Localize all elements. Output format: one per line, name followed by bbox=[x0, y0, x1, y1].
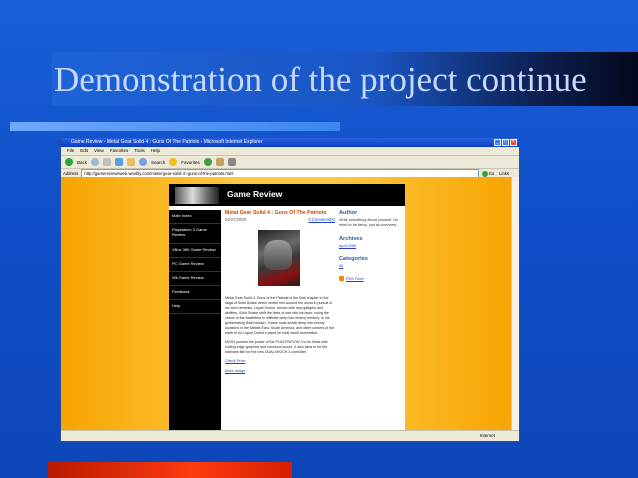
nav-pc-review[interactable]: PC Game Review bbox=[169, 258, 221, 272]
menu-file[interactable]: File bbox=[67, 147, 74, 155]
status-bar: Internet bbox=[61, 430, 519, 441]
site-nav: Main Index Playstation 3 Game Review XBo… bbox=[169, 210, 221, 431]
console-logo-image bbox=[175, 187, 219, 204]
maximize-button[interactable]: □ bbox=[502, 139, 509, 146]
more-image-link[interactable]: More Image bbox=[225, 369, 335, 374]
browser-titlebar: Game Review - Metal Gear Solid 4 : Guns … bbox=[61, 138, 519, 147]
author-heading: Author bbox=[339, 210, 358, 216]
close-button[interactable]: × bbox=[510, 139, 517, 146]
check-price-link[interactable]: Check Price bbox=[225, 359, 335, 364]
rss-icon bbox=[339, 276, 344, 281]
menu-help[interactable]: Help bbox=[151, 147, 160, 155]
nav-wii-review[interactable]: Wii Game Review bbox=[169, 272, 221, 286]
menu-view[interactable]: View bbox=[94, 147, 104, 155]
game-cover-image bbox=[258, 230, 300, 286]
history-icon[interactable] bbox=[203, 158, 212, 166]
post-date: 04/27/2009 bbox=[225, 217, 246, 222]
search-button[interactable]: Search bbox=[151, 160, 165, 165]
menu-favorites[interactable]: Favorites bbox=[110, 147, 129, 155]
post-meta: 04/27/2009 0 Comment(s) bbox=[225, 217, 335, 222]
categories-heading: Categories bbox=[339, 256, 368, 262]
comments-link[interactable]: 0 Comment(s) bbox=[308, 217, 335, 222]
menu-bar: File Edit View Favorites Tools Help bbox=[61, 147, 519, 156]
back-button[interactable]: Back bbox=[77, 160, 87, 165]
archives-heading: Archives bbox=[339, 236, 363, 242]
go-label: Go bbox=[488, 171, 495, 176]
vertical-scrollbar[interactable] bbox=[511, 177, 519, 431]
links-label[interactable]: Links bbox=[499, 171, 519, 176]
nav-ps3-review[interactable]: Playstation 3 Game Review bbox=[169, 224, 221, 244]
refresh-icon[interactable] bbox=[115, 158, 124, 166]
web-page: Game Review Main Index Playstation 3 Gam… bbox=[169, 184, 405, 431]
window-title: Game Review - Metal Gear Solid 4 : Guns … bbox=[71, 139, 263, 145]
post-paragraph: Metal Gear Solid 4: Guns of the Patriots… bbox=[225, 296, 335, 335]
menu-tools[interactable]: Tools bbox=[134, 147, 145, 155]
home-icon[interactable] bbox=[127, 158, 136, 166]
slide-title: Demonstration of the project continue bbox=[54, 60, 587, 99]
address-label: Address bbox=[63, 171, 79, 176]
site-header: Game Review bbox=[169, 184, 405, 206]
site-sidebar: Author Write something about yourself. N… bbox=[339, 210, 401, 281]
archive-link[interactable]: April 2009 bbox=[339, 244, 401, 248]
bottom-accent-bar bbox=[48, 462, 292, 478]
window-controls: _ □ × bbox=[494, 139, 517, 146]
nav-xbox360-review[interactable]: XBox 360 Game Review bbox=[169, 244, 221, 258]
rss-feed-link[interactable]: RSS Feed bbox=[339, 276, 401, 281]
nav-feedback[interactable]: Feedback bbox=[169, 286, 221, 300]
category-link[interactable]: All bbox=[339, 264, 401, 268]
stop-icon[interactable] bbox=[103, 158, 112, 166]
post-paragraph: MGS4 pushes the power of the PLAYSTATION… bbox=[225, 340, 328, 354]
go-button[interactable]: Go bbox=[481, 170, 497, 177]
author-text: Write something about yourself. No need … bbox=[339, 218, 399, 227]
minimize-button[interactable]: _ bbox=[494, 139, 501, 146]
security-zone-label: Internet bbox=[479, 433, 495, 438]
favorites-star-icon[interactable] bbox=[169, 158, 178, 166]
go-arrow-icon bbox=[481, 170, 488, 177]
nav-help[interactable]: Help bbox=[169, 300, 221, 314]
search-icon[interactable] bbox=[139, 158, 148, 166]
title-underline bbox=[10, 122, 340, 131]
menu-edit[interactable]: Edit bbox=[80, 147, 88, 155]
favorites-button[interactable]: Favorites bbox=[181, 160, 200, 165]
print-icon[interactable] bbox=[227, 158, 236, 166]
post-body: Metal Gear Solid 4: Guns of the Patriots… bbox=[225, 296, 335, 374]
rss-label: RSS Feed bbox=[346, 276, 364, 281]
forward-arrow-icon[interactable] bbox=[91, 158, 100, 166]
blog-post: Metal Gear Solid 4 : Guns Of The Patriot… bbox=[225, 210, 335, 379]
browser-window: Game Review - Metal Gear Solid 4 : Guns … bbox=[60, 137, 520, 442]
mail-icon[interactable] bbox=[215, 158, 224, 166]
nav-main-index[interactable]: Main Index bbox=[169, 210, 221, 224]
page-viewport: Game Review Main Index Playstation 3 Gam… bbox=[61, 177, 513, 431]
site-title: Game Review bbox=[227, 189, 283, 199]
browser-toolbar: Back Search Favorites bbox=[61, 156, 519, 169]
post-title[interactable]: Metal Gear Solid 4 : Guns Of The Patriot… bbox=[225, 210, 335, 217]
back-arrow-icon[interactable] bbox=[65, 158, 73, 166]
